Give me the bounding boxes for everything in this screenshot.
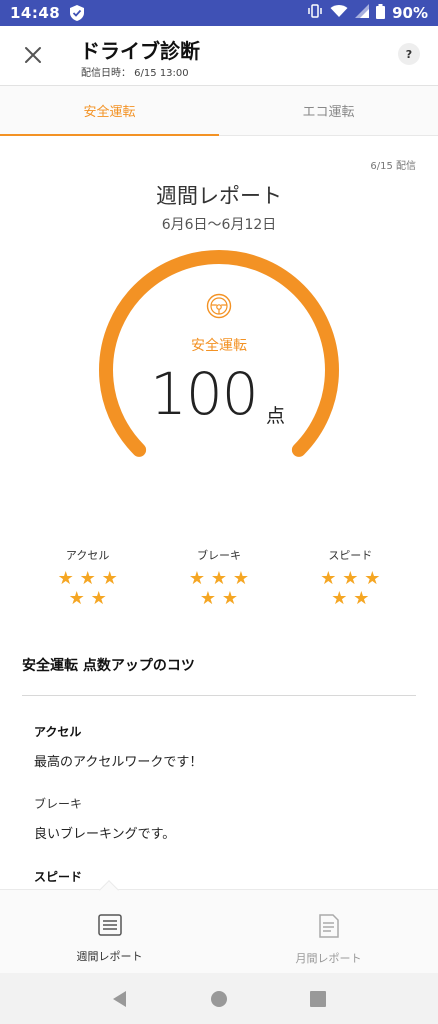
back-triangle-icon (112, 990, 126, 1007)
distribution-date: 6/15 配信 (370, 161, 416, 172)
star-rating: ★ ★ ★ ★ ★ (53, 569, 123, 609)
star-icon: ★ (364, 568, 381, 589)
status-bar: 14:48 90% (0, 0, 438, 26)
star-icon: ★ (232, 568, 250, 589)
tip-heading-accel: アクセル (34, 725, 82, 739)
star-icon: ★ (331, 588, 348, 609)
tip-body-accel: 最高のアクセルワークです！ (34, 755, 203, 770)
nav-label: 月間レポート (295, 952, 362, 965)
star-icon: ★ (57, 568, 74, 589)
star-icon: ★ (353, 588, 370, 609)
system-navigation-bar (0, 973, 438, 1024)
steering-wheel-icon (206, 293, 232, 319)
rating-label: スピード (328, 549, 373, 562)
vibrate-icon (307, 4, 323, 22)
score-gauge: 安全運転 100 点 (90, 245, 348, 495)
tips-title: 安全運転 点数アップのコツ (22, 658, 195, 674)
report-content[interactable]: 6/15 配信 週間レポート 6月6日～6月12日 安全運転 100 点 アクセ… (0, 137, 438, 889)
status-time: 14:48 (10, 4, 61, 22)
tip-heading-speed: スピード (34, 870, 83, 884)
tip-body-brake: 良いブレーキングです。 (34, 827, 176, 842)
battery-percentage: 90% (392, 4, 428, 22)
nav-weekly-report[interactable]: 週間レポート (0, 890, 219, 973)
star-icon: ★ (210, 568, 228, 589)
document-icon (318, 914, 339, 938)
score-unit: 点 (266, 405, 286, 427)
ratings-row: アクセル ★ ★ ★ ★ ★ ブレーキ ★ ★ ★ ★ ★ スピード ★ ★ ★ ★ ★ (0, 547, 438, 609)
star-icon: ★ (188, 568, 206, 589)
divider (22, 695, 416, 696)
star-rating: ★ ★ ★ ★ ★ (315, 569, 385, 609)
signal-icon (355, 4, 370, 22)
gauge-label: 安全運転 (191, 338, 247, 354)
nav-label: 週間レポート (76, 950, 143, 963)
report-date-range: 6月6日～6月12日 (161, 217, 277, 233)
list-icon (97, 914, 122, 936)
close-icon (25, 47, 41, 63)
tab-eco-driving[interactable]: エコ運転 (219, 86, 438, 135)
nav-monthly-report[interactable]: 月間レポート (219, 890, 438, 973)
star-icon: ★ (342, 568, 359, 589)
delivery-datetime: 配信日時： 6/15 13:00 (81, 68, 189, 79)
star-icon: ★ (79, 568, 96, 589)
star-icon: ★ (199, 588, 217, 609)
score-value: 100 (150, 360, 259, 428)
star-icon: ★ (68, 588, 85, 609)
rating-label: アクセル (65, 549, 110, 562)
recents-square-icon (310, 990, 327, 1007)
rating-brake: ブレーキ ★ ★ ★ ★ ★ (164, 547, 274, 609)
star-icon: ★ (90, 588, 107, 609)
star-icon: ★ (101, 568, 118, 589)
close-button[interactable] (20, 42, 46, 68)
home-circle-icon (210, 990, 227, 1007)
tip-heading-brake: ブレーキ (34, 797, 83, 811)
help-button[interactable]: ? (398, 43, 420, 65)
home-button[interactable] (199, 979, 239, 1019)
star-icon: ★ (221, 588, 239, 609)
star-icon: ★ (320, 568, 337, 589)
battery-icon (376, 3, 386, 23)
rating-speed: スピード ★ ★ ★ ★ ★ (295, 547, 405, 609)
report-title: 週間レポート (156, 184, 282, 208)
shield-icon (70, 5, 85, 21)
mode-tabs: 安全運転 エコ運転 (0, 86, 438, 136)
rating-label: ブレーキ (196, 549, 241, 562)
tab-safe-driving[interactable]: 安全運転 (0, 86, 219, 136)
page-title: ドライブ診断 (80, 39, 200, 63)
rating-accel: アクセル ★ ★ ★ ★ ★ (33, 547, 143, 609)
back-button[interactable] (100, 979, 140, 1019)
bottom-navigation: 週間レポート 月間レポート (0, 880, 438, 973)
star-rating: ★ ★ ★ ★ ★ (184, 569, 254, 609)
recents-button[interactable] (298, 979, 338, 1019)
wifi-icon (330, 4, 348, 22)
app-header: ドライブ診断 配信日時： 6/15 13:00 ? (0, 26, 438, 86)
